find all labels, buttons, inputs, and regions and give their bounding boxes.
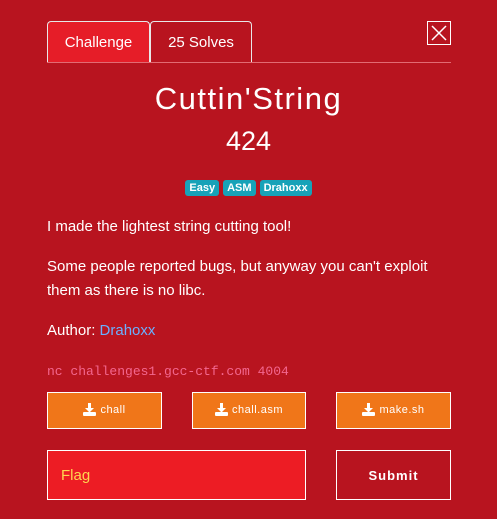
author-link[interactable]: Drahoxx	[100, 322, 156, 339]
file-name: chall	[100, 404, 126, 416]
tag-difficulty: Easy	[185, 180, 220, 196]
description-paragraph: I made the lightest string cutting tool!	[47, 218, 292, 235]
challenge-modal: Challenge 25 Solves Cuttin'String 424 Ea…	[0, 0, 497, 519]
connection-command: nc challenges1.gcc-ctf.com 4004	[47, 364, 289, 379]
challenge-tags: Easy ASM Drahoxx	[0, 180, 497, 196]
download-icon	[83, 402, 97, 416]
flag-input[interactable]	[47, 450, 306, 500]
download-icon	[362, 402, 376, 416]
author-line: Author: Drahoxx	[47, 319, 457, 343]
tab-solves[interactable]: 25 Solves	[150, 21, 252, 62]
close-icon	[431, 25, 447, 41]
download-icon	[215, 402, 229, 416]
challenge-tabs: Challenge 25 Solves	[47, 21, 451, 63]
description-paragraph: Some people reported bugs, but anyway yo…	[47, 258, 428, 299]
tag-author: Drahoxx	[259, 180, 312, 196]
challenge-title: Cuttin'String	[154, 81, 343, 116]
close-button[interactable]	[427, 21, 451, 45]
download-chall-button[interactable]: chall	[47, 392, 162, 429]
file-name: make.sh	[379, 404, 425, 416]
download-make-sh-button[interactable]: make.sh	[336, 392, 451, 429]
file-name: chall.asm	[232, 404, 283, 416]
submit-button[interactable]: Submit	[336, 450, 451, 500]
tab-challenge[interactable]: Challenge	[47, 21, 150, 62]
download-chall-asm-button[interactable]: chall.asm	[192, 392, 306, 429]
tag-category: ASM	[223, 180, 256, 196]
author-label: Author:	[47, 322, 96, 339]
challenge-points: 424	[225, 126, 272, 156]
